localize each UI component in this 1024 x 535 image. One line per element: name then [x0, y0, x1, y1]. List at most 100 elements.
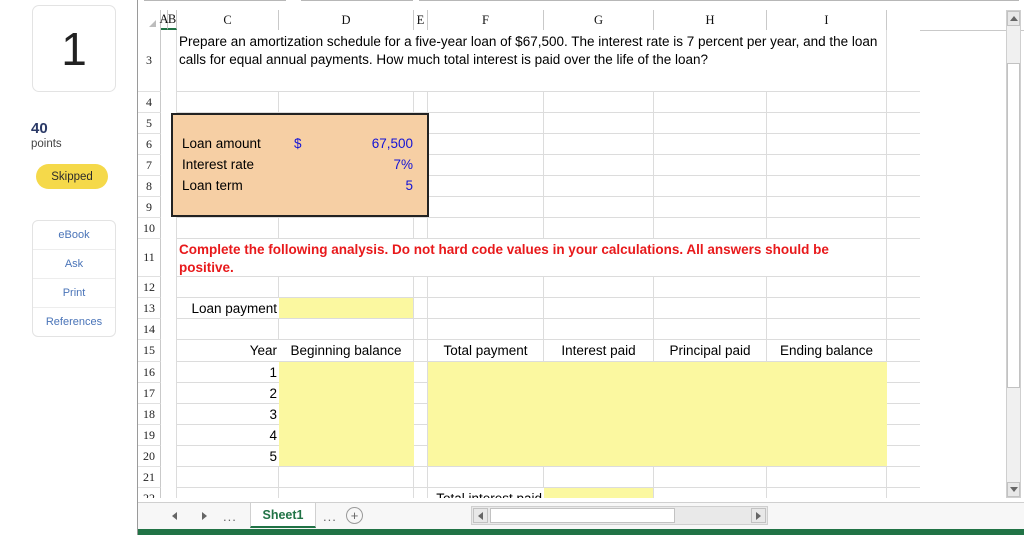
cell-h14[interactable] — [654, 319, 767, 340]
link-ebook[interactable]: eBook — [33, 221, 115, 250]
cell-i13[interactable] — [767, 298, 887, 319]
cell-e12[interactable] — [414, 277, 428, 298]
table-row[interactable]: 1 — [177, 362, 279, 383]
cell-principal-paid-3[interactable] — [654, 404, 767, 425]
cell-h7[interactable] — [654, 155, 767, 176]
cell-j11[interactable] — [887, 239, 920, 277]
select-all-corner[interactable] — [138, 10, 161, 30]
table-row[interactable]: 2 — [177, 383, 279, 404]
input-label-interest-rate[interactable]: Interest rate — [182, 157, 254, 172]
link-references[interactable]: References — [33, 308, 115, 336]
input-value-loan-amount[interactable]: 67,500 — [313, 136, 413, 151]
cell-j20[interactable] — [887, 446, 920, 467]
cell-ending-balance-4[interactable] — [767, 425, 887, 446]
input-value-interest-rate[interactable]: 7% — [313, 157, 413, 172]
cell-d12[interactable] — [279, 277, 414, 298]
sheet-tab-sheet1[interactable]: Sheet1 — [250, 503, 316, 528]
loan-payment-answer-cell[interactable] — [279, 298, 414, 319]
cell-total-payment-5[interactable] — [428, 446, 544, 467]
row-header-10[interactable]: 10 — [138, 218, 161, 239]
horizontal-scrollbar[interactable] — [471, 506, 768, 525]
sheet-overflow-left[interactable]: ... — [223, 509, 237, 524]
cell-j12[interactable] — [887, 277, 920, 298]
cell-f13[interactable] — [428, 298, 544, 319]
column-header-f[interactable]: F — [428, 10, 544, 30]
cell-i10[interactable] — [767, 218, 887, 239]
total-interest-paid-label[interactable]: Total interest paid — [428, 488, 544, 498]
row-header-11[interactable]: 11 — [138, 239, 161, 277]
cell-i22[interactable] — [767, 488, 887, 498]
cell-j17[interactable] — [887, 383, 920, 404]
cell-j6[interactable] — [887, 134, 920, 155]
link-print[interactable]: Print — [33, 279, 115, 308]
input-label-loan-term[interactable]: Loan term — [182, 178, 243, 193]
cell-h10[interactable] — [654, 218, 767, 239]
cell-beginning-balance-2[interactable] — [279, 383, 414, 404]
cell-f6[interactable] — [428, 134, 544, 155]
cell-d10[interactable] — [279, 218, 414, 239]
cell-principal-paid-2[interactable] — [654, 383, 767, 404]
cell-j15[interactable] — [887, 340, 920, 362]
table-row[interactable]: 5 — [177, 446, 279, 467]
table-header-ending-balance[interactable]: Ending balance — [767, 340, 887, 362]
column-ab-spacer[interactable] — [161, 30, 177, 498]
row-header-18[interactable]: 18 — [138, 404, 161, 425]
cell-j8[interactable] — [887, 176, 920, 197]
cell-h8[interactable] — [654, 176, 767, 197]
row-header-12[interactable]: 12 — [138, 277, 161, 298]
cell-c14[interactable] — [177, 319, 279, 340]
cell-g13[interactable] — [544, 298, 654, 319]
cell-h9[interactable] — [654, 197, 767, 218]
cell-i12[interactable] — [767, 277, 887, 298]
cell-g12[interactable] — [544, 277, 654, 298]
table-header-year[interactable]: Year — [177, 340, 279, 362]
cell-i9[interactable] — [767, 197, 887, 218]
cell-d22[interactable] — [279, 488, 414, 498]
cell-g6[interactable] — [544, 134, 654, 155]
cell-d14[interactable] — [279, 319, 414, 340]
cell-interest-paid-5[interactable] — [544, 446, 654, 467]
vertical-scrollbar-thumb[interactable] — [1007, 63, 1020, 388]
next-sheet-button[interactable] — [196, 508, 212, 524]
scroll-down-button[interactable] — [1007, 482, 1020, 497]
question-prompt-cell[interactable]: Prepare an amortization schedule for a f… — [177, 30, 887, 92]
row-header-5[interactable]: 5 — [138, 113, 161, 134]
table-header-total-payment[interactable]: Total payment — [428, 340, 544, 362]
row-header-16[interactable]: 16 — [138, 362, 161, 383]
cell-c21[interactable] — [177, 467, 279, 488]
cell-e19[interactable] — [414, 425, 428, 446]
cell-c4[interactable] — [177, 92, 279, 113]
row-header-17[interactable]: 17 — [138, 383, 161, 404]
cell-h13[interactable] — [654, 298, 767, 319]
input-value-loan-term[interactable]: 5 — [313, 178, 413, 193]
row-header-21[interactable]: 21 — [138, 467, 161, 488]
cell-principal-paid-1[interactable] — [654, 362, 767, 383]
table-header-interest-paid[interactable]: Interest paid — [544, 340, 654, 362]
cell-ending-balance-5[interactable] — [767, 446, 887, 467]
horizontal-scrollbar-thumb[interactable] — [490, 508, 675, 523]
column-header-h[interactable]: H — [654, 10, 767, 30]
cell-e18[interactable] — [414, 404, 428, 425]
cell-g10[interactable] — [544, 218, 654, 239]
cell-g8[interactable] — [544, 176, 654, 197]
cell-d21[interactable] — [279, 467, 414, 488]
row-header-19[interactable]: 19 — [138, 425, 161, 446]
cell-principal-paid-5[interactable] — [654, 446, 767, 467]
instruction-cell[interactable]: Complete the following analysis. Do not … — [177, 239, 887, 277]
cell-i6[interactable] — [767, 134, 887, 155]
column-header-i[interactable]: I — [767, 10, 887, 30]
row-header-3[interactable]: 3 — [138, 30, 161, 92]
scroll-up-button[interactable] — [1007, 11, 1020, 26]
cell-beginning-balance-4[interactable] — [279, 425, 414, 446]
cell-f21[interactable] — [428, 467, 544, 488]
add-sheet-button[interactable]: + — [346, 507, 363, 524]
cell-f10[interactable] — [428, 218, 544, 239]
cell-e13[interactable] — [414, 298, 428, 319]
cell-beginning-balance-5[interactable] — [279, 446, 414, 467]
cell-f4[interactable] — [428, 92, 544, 113]
column-header-c[interactable]: C — [177, 10, 279, 30]
cell-e14[interactable] — [414, 319, 428, 340]
cell-d4[interactable] — [279, 92, 414, 113]
cell-total-payment-3[interactable] — [428, 404, 544, 425]
table-header-principal-paid[interactable]: Principal paid — [654, 340, 767, 362]
